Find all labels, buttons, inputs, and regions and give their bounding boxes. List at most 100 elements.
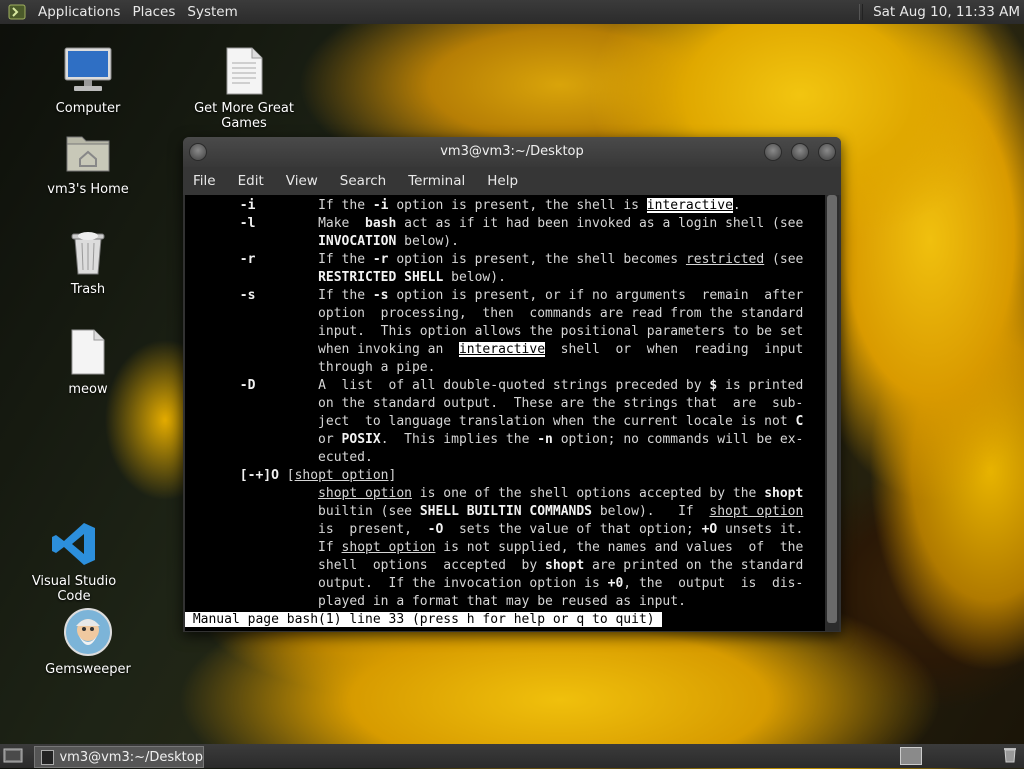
- desktop-icon-label: Gemsweeper: [45, 662, 131, 677]
- bold-text: POSIX: [341, 432, 381, 447]
- terminal-line: is present, -O sets the value of that op…: [185, 521, 803, 539]
- terminal-line: shopt option is one of the shell options…: [185, 485, 803, 503]
- highlighted-match: interactive: [458, 342, 546, 357]
- bold-text: -n: [537, 432, 553, 447]
- bold-text: -s: [372, 288, 389, 303]
- desktop-icon-vscode[interactable]: Visual Studio Code: [19, 518, 129, 604]
- terminal-scrollbar[interactable]: [825, 195, 839, 631]
- plain-text: [185, 378, 240, 393]
- terminal-line: shell options accepted by shopt are prin…: [185, 557, 803, 575]
- plain-text: act as if it had been invoked as a login…: [396, 216, 804, 231]
- plain-text: If the: [255, 198, 373, 213]
- terminal-line: -s If the -s option is present, or if no…: [185, 287, 804, 305]
- bold-text: -r: [239, 252, 256, 267]
- desktop-icon-gemsweeper[interactable]: Gemsweeper: [33, 606, 143, 677]
- plain-text: is present,: [185, 522, 428, 537]
- show-desktop-icon[interactable]: [3, 747, 23, 765]
- plain-text: [: [278, 468, 295, 483]
- plain-text: [185, 216, 240, 231]
- terminal-line: ecuted.: [185, 449, 373, 467]
- terminal-line: RESTRICTED SHELL below).: [185, 269, 506, 287]
- clock[interactable]: Sat Aug 10, 11:33 AM: [873, 4, 1024, 20]
- terminal-line: output. If the invocation option is +0, …: [185, 575, 803, 593]
- plain-text: is not supplied, the names and values of…: [435, 540, 804, 555]
- plain-text: option processing, then commands are rea…: [185, 306, 804, 321]
- menu-edit[interactable]: Edit: [228, 173, 276, 189]
- plain-text: builtin (see: [185, 504, 420, 519]
- minimize-button[interactable]: [764, 143, 782, 161]
- plain-text: output. If the invocation option is: [185, 576, 608, 591]
- underlined-text: restricted: [685, 252, 765, 267]
- plain-text: ecuted.: [185, 450, 373, 465]
- plain-text: ject to language translation when the cu…: [185, 414, 796, 429]
- desktop-icon-home[interactable]: vm3's Home: [33, 126, 143, 197]
- menu-search[interactable]: Search: [330, 173, 398, 189]
- underlined-text: shopt option: [709, 504, 804, 519]
- plain-text: sets the value of that option;: [443, 522, 702, 537]
- menu-view[interactable]: View: [276, 173, 330, 189]
- desktop-icon-label: meow: [68, 382, 108, 397]
- bottom-panel: vm3@vm3:~/Desktop: [0, 744, 1024, 768]
- terminal-line: when invoking an interactive shell or wh…: [185, 341, 803, 359]
- bold-text: +0: [607, 576, 624, 591]
- scrollbar-thumb[interactable]: [827, 195, 837, 623]
- bold-text: RESTRICTED SHELL: [318, 270, 444, 285]
- menu-terminal[interactable]: Terminal: [398, 173, 477, 189]
- document-icon: [218, 45, 270, 97]
- window-title: vm3@vm3:~/Desktop: [440, 144, 584, 159]
- plain-text: (see: [764, 252, 804, 267]
- distro-logo-icon[interactable]: [6, 1, 28, 23]
- bold-text: bash: [365, 216, 397, 231]
- home-folder-icon: [62, 126, 114, 178]
- plain-text: shell or when reading input: [545, 342, 804, 357]
- desktop-icon-label: vm3's Home: [47, 182, 129, 197]
- plain-text: are printed on the standard: [584, 558, 804, 573]
- system-menu[interactable]: System: [181, 0, 243, 24]
- desktop-icon-computer[interactable]: Computer: [33, 45, 143, 116]
- desktop-icon-games[interactable]: Get More Great Games: [189, 45, 299, 131]
- plain-text: or: [185, 432, 342, 447]
- bold-text: -i: [372, 198, 389, 213]
- bold-text: +O: [701, 522, 718, 537]
- terminal-output[interactable]: -i If the -i option is present, the shel…: [185, 195, 825, 631]
- applications-menu[interactable]: Applications: [32, 0, 126, 24]
- terminal-icon: [41, 749, 55, 765]
- trash-applet-icon[interactable]: [1003, 747, 1017, 763]
- terminal-line: or POSIX. This implies the -n option; no…: [185, 431, 803, 449]
- bold-text: [-+]O: [239, 468, 279, 483]
- plain-text: [185, 486, 318, 501]
- plain-text: Make: [255, 216, 366, 231]
- plain-text: played in a format that may be reused as…: [185, 594, 686, 609]
- maximize-button[interactable]: [791, 143, 809, 161]
- terminal-line: -D A list of all double-quoted strings p…: [185, 377, 804, 395]
- places-menu[interactable]: Places: [126, 0, 181, 24]
- terminal-line: -l Make bash act as if it had been invok…: [185, 215, 804, 233]
- plain-text: shell options accepted by: [185, 558, 546, 573]
- window-titlebar[interactable]: vm3@vm3:~/Desktop: [183, 137, 841, 167]
- desktop-icon-trash[interactable]: Trash: [33, 226, 143, 297]
- plain-text: is one of the shell options accepted by …: [411, 486, 765, 501]
- plain-text: option is present, or if no arguments re…: [388, 288, 804, 303]
- desktop-icon-label: Visual Studio Code: [31, 574, 117, 604]
- desktop-icon-meow[interactable]: meow: [33, 326, 143, 397]
- top-panel: Applications Places System Sat Aug 10, 1…: [0, 0, 1024, 24]
- menu-help[interactable]: Help: [477, 173, 530, 189]
- underlined-text: shopt option: [318, 486, 412, 501]
- plain-text: below).: [443, 270, 506, 285]
- plain-text: A list of all double-quoted strings prec…: [255, 378, 710, 393]
- window-menubar: File Edit View Search Terminal Help: [183, 167, 841, 195]
- plain-text: [185, 468, 240, 483]
- plain-text: unsets it.: [717, 522, 804, 537]
- plain-text: through a pipe.: [185, 360, 436, 375]
- desktop-icon-label: Get More Great Games: [194, 101, 294, 131]
- close-button[interactable]: [818, 143, 836, 161]
- workspace-switcher[interactable]: [900, 747, 922, 765]
- taskbar-button-terminal[interactable]: vm3@vm3:~/Desktop: [34, 746, 204, 768]
- terminal-line: through a pipe.: [185, 359, 435, 377]
- vscode-icon: [48, 518, 100, 570]
- bold-text: shopt: [764, 486, 804, 501]
- menu-file[interactable]: File: [183, 173, 228, 189]
- terminal-line: If shopt option is not supplied, the nam…: [185, 539, 803, 557]
- bold-text: -O: [427, 522, 444, 537]
- pager-status-line: Manual page bash(1) line 33 (press h for…: [185, 611, 663, 629]
